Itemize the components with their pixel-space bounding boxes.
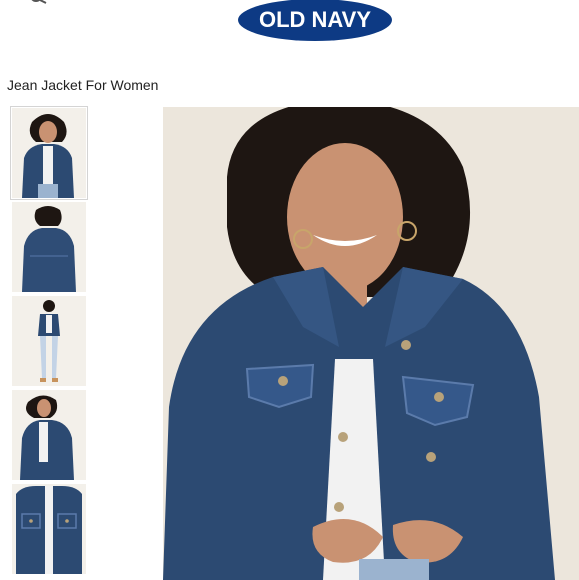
thumbnail-back[interactable] (12, 202, 86, 292)
logo-text: OLD NAVY (258, 7, 372, 32)
old-navy-logo[interactable]: OLD NAVY (238, 0, 392, 41)
product-title: Jean Jacket For Women (7, 77, 159, 93)
product-page: OLD NAVY Jean Jacket For Women (0, 0, 579, 580)
main-product-image[interactable] (163, 107, 579, 580)
thumbnail-detail[interactable] (12, 484, 86, 574)
thumbnail-side[interactable] (12, 390, 86, 480)
thumbnail-front[interactable] (10, 106, 88, 200)
site-header: OLD NAVY (0, 0, 579, 50)
search-icon[interactable] (0, 0, 50, 4)
thumbnail-full-body[interactable] (12, 296, 86, 386)
